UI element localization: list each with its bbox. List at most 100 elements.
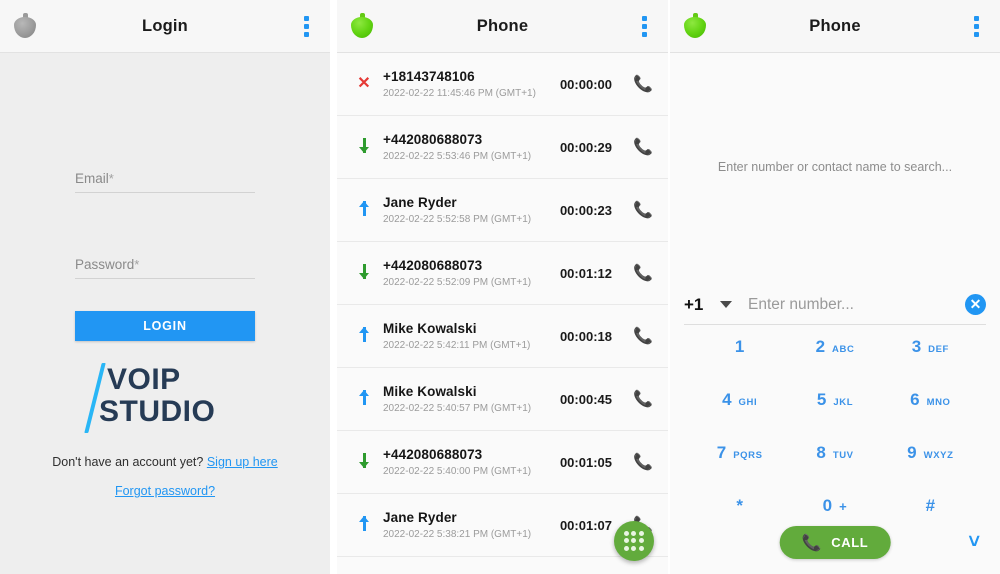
dialpad-key-7[interactable]: 7 PQRS	[692, 443, 787, 496]
dialer-screen: Phone Enter number or contact name to se…	[670, 0, 1000, 574]
call-history-list[interactable]: ✕ +18143748106 2022-02-22 11:45:46 PM (GMT…	[337, 53, 668, 574]
call-history-row[interactable]: +442080688073 2022-02-22 5:40:00 PM (GMT+…	[337, 431, 668, 494]
country-code-value[interactable]: +1	[684, 295, 720, 315]
email-underline	[75, 192, 255, 193]
login-links: Don't have an account yet? Sign up here …	[0, 455, 330, 500]
password-required-marker: *	[134, 257, 140, 272]
call-timestamp: 2022-02-22 5:52:09 PM (GMT+1)	[383, 277, 532, 288]
call-details: +442080688073 2022-02-22 5:52:09 PM (GMT+…	[381, 258, 560, 288]
call-contact-name: +442080688073	[383, 447, 483, 462]
call-back-icon[interactable]: 📞	[632, 389, 654, 409]
number-entry-row[interactable]: +1 Enter number... ✕	[684, 285, 986, 325]
page-title: Phone	[809, 16, 861, 35]
overflow-menu-icon[interactable]	[296, 13, 316, 39]
password-underline	[75, 278, 255, 279]
call-history-row[interactable]: Mike Kowalski 2022-02-22 5:42:11 PM (GMT+…	[337, 305, 668, 368]
page-title: Phone	[476, 16, 529, 35]
dialpad-key-2[interactable]: 2 ABC	[787, 337, 882, 390]
dialer-appbar: Phone	[670, 0, 1000, 53]
dialpad-key-digit: #	[925, 496, 936, 515]
dialpad-key-6[interactable]: 6 MNO	[883, 390, 978, 443]
overflow-menu-icon[interactable]	[966, 13, 986, 39]
call-timestamp: 2022-02-22 5:52:58 PM (GMT+1)	[383, 214, 532, 225]
call-timestamp: 2022-02-22 5:38:21 PM (GMT+1)	[383, 529, 532, 540]
outgoing-call-icon	[347, 516, 381, 534]
call-duration: 00:00:29	[559, 139, 612, 155]
signup-link[interactable]: Sign up here	[207, 455, 278, 469]
page-title: Login	[142, 16, 188, 35]
call-history-row[interactable]: Mike Kowalski 2022-02-22 5:40:57 PM (GMT+…	[337, 368, 668, 431]
email-label: Email*	[75, 171, 255, 192]
call-back-icon[interactable]: 📞	[632, 326, 654, 346]
clear-icon[interactable]: ✕	[965, 294, 986, 315]
email-field[interactable]: Email*	[0, 171, 330, 193]
call-button[interactable]: 📞 CALL	[779, 526, 891, 559]
dialpad-key-letters: PQRS	[733, 450, 763, 461]
call-details: Mike Kowalski 2022-02-22 5:42:11 PM (GMT+…	[381, 321, 560, 351]
call-duration: 00:00:45	[559, 391, 612, 407]
forgot-password-link[interactable]: Forgot password?	[115, 484, 215, 498]
call-contact-name: +442080688073	[383, 132, 483, 147]
call-timestamp: 2022-02-22 5:40:57 PM (GMT+1)	[383, 403, 532, 414]
call-duration: 00:00:18	[559, 328, 612, 344]
email-required-marker: *	[108, 171, 114, 186]
logo-line-1: VOIP	[107, 363, 181, 396]
voipstudio-wordmark: VOIP STUDIO	[0, 361, 330, 433]
dialpad-key-digit: 7	[716, 443, 727, 462]
dialpad-key-digit: 3	[911, 337, 922, 356]
dialpad-key-letters: WXYZ	[923, 450, 954, 461]
dialpad-key-5[interactable]: 5 JKL	[787, 390, 882, 443]
voipstudio-logo-icon[interactable]	[349, 13, 375, 39]
dialpad-key-letters: TUV	[832, 450, 854, 461]
dialpad-key-digit: 8	[816, 443, 826, 462]
number-input[interactable]: Enter number...	[748, 296, 965, 314]
call-history-row[interactable]: +442080688073 2022-02-22 5:52:09 PM (GMT+…	[337, 242, 668, 305]
signup-row: Don't have an account yet? Sign up here	[0, 455, 330, 469]
login-button[interactable]: LOGIN	[75, 311, 255, 341]
call-details: Jane Ryder 2022-02-22 5:38:21 PM (GMT+1)	[381, 510, 560, 540]
dialpad-key-3[interactable]: 3 DEF	[883, 337, 978, 390]
call-duration: 00:00:00	[559, 76, 612, 92]
dialpad-key-8[interactable]: 8 TUV	[787, 443, 882, 496]
dialpad-key-9[interactable]: 9 WXYZ	[883, 443, 978, 496]
dialpad-key-digit: 4	[722, 390, 732, 409]
call-duration: 00:01:12	[559, 265, 612, 281]
call-history-row[interactable]: ✕ +18143748106 2022-02-22 11:45:46 PM (GMT…	[337, 53, 668, 116]
dialpad-key-digit: 9	[907, 443, 917, 462]
call-history-row[interactable]: Jane Ryder 2022-02-22 5:52:58 PM (GMT+1) 0…	[337, 179, 668, 242]
login-form: Email* Password* LOGIN VOIP STUDIO Don't…	[0, 53, 330, 574]
call-back-icon[interactable]: 📞	[632, 74, 654, 94]
call-back-icon[interactable]: 📞	[632, 452, 654, 472]
chevron-down-icon[interactable]	[720, 301, 732, 308]
call-details: +442080688073 2022-02-22 5:53:46 PM (GMT+…	[381, 132, 560, 162]
call-back-icon[interactable]: 📞	[632, 137, 654, 157]
call-history-row[interactable]: +442080688073 2022-02-22 5:53:46 PM (GMT+…	[337, 116, 668, 179]
password-label: Password*	[75, 257, 255, 278]
dialpad-fab-button[interactable]	[614, 521, 654, 561]
dialpad-key-digit: 2	[815, 337, 826, 356]
call-contact-name: +442080688073	[383, 258, 483, 273]
password-label-text: Password	[75, 257, 135, 272]
dialpad-key-letters: JKL	[833, 397, 854, 408]
voipstudio-logo-icon[interactable]	[12, 13, 38, 39]
voipstudio-logo-icon[interactable]	[682, 13, 708, 39]
incoming-call-icon	[347, 138, 381, 156]
phone-icon: 📞	[801, 534, 823, 552]
call-details: +18143748106 2022-02-22 11:45:46 PM (GMT+…	[381, 69, 560, 99]
dialpad-key-4[interactable]: 4 GHI	[692, 390, 787, 443]
call-timestamp: 2022-02-22 5:42:11 PM (GMT+1)	[383, 340, 531, 351]
call-contact-name: Mike Kowalski	[383, 384, 477, 399]
dialpad[interactable]: 1 2 ABC 3 DEF 4 GHI 5 JKL 6 MNO 7 PQRS 8 TUV 9 WXYZ * 0 + #	[670, 337, 1000, 549]
call-back-icon[interactable]: 📞	[632, 200, 654, 220]
call-contact-name: Jane Ryder	[383, 510, 457, 525]
chevron-down-icon[interactable]: ˅	[968, 532, 980, 552]
call-timestamp: 2022-02-22 5:53:46 PM (GMT+1)	[383, 151, 532, 162]
dialpad-key-digit: 5	[816, 390, 827, 409]
call-back-icon[interactable]: 📞	[632, 263, 654, 283]
dialpad-key-1[interactable]: 1	[692, 337, 787, 390]
dialer-body: Enter number or contact name to search..…	[670, 53, 1000, 574]
outgoing-call-icon	[347, 327, 381, 345]
panel-divider	[330, 0, 337, 574]
overflow-menu-icon[interactable]	[634, 13, 654, 39]
password-field[interactable]: Password*	[0, 257, 330, 279]
